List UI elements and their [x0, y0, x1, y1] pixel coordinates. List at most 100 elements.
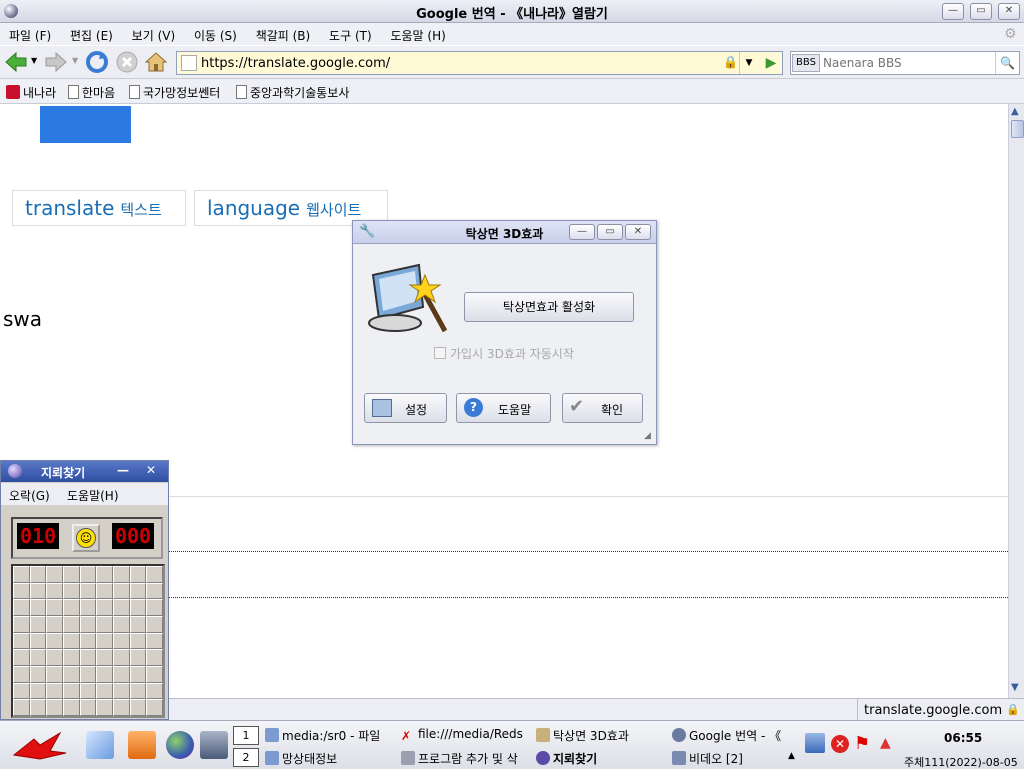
mine-cell[interactable] [46, 615, 63, 633]
mine-cell[interactable] [13, 699, 30, 716]
mine-cell[interactable] [46, 599, 63, 616]
resize-grip-icon[interactable]: ◢ [644, 431, 651, 441]
menu-go[interactable]: 이동 (S) [185, 23, 243, 44]
tray-app-icon[interactable]: ▲ [880, 735, 891, 751]
mine-cell[interactable] [112, 582, 130, 600]
mine-cell[interactable] [62, 665, 80, 683]
minesweeper-close-button[interactable]: ✕ [140, 463, 162, 479]
taskbar-item-network[interactable]: 망상태정보 [265, 750, 393, 767]
mine-cell[interactable] [146, 566, 163, 583]
mine-cell[interactable] [146, 649, 163, 666]
mine-cell[interactable] [62, 632, 80, 650]
taskbar-item-3d-effects[interactable]: 탁상면 3D효과 [536, 727, 664, 744]
search-button[interactable]: 🔍 [995, 52, 1019, 74]
mine-cell[interactable] [46, 632, 63, 650]
mine-cell[interactable] [79, 699, 97, 716]
bookmark-science-news[interactable]: 중앙과학기술통보사 [236, 84, 349, 101]
menu-tools[interactable]: 도구 (T) [320, 23, 378, 44]
mine-cell[interactable] [46, 665, 63, 683]
mine-cell[interactable] [129, 665, 147, 683]
mine-cell[interactable] [13, 682, 30, 700]
mine-cell[interactable] [129, 682, 147, 700]
mine-cell[interactable] [96, 599, 113, 616]
mine-cell[interactable] [146, 665, 163, 683]
autostart-checkbox[interactable] [434, 347, 446, 359]
mine-cell[interactable] [29, 615, 47, 633]
dialog-close-button[interactable]: ✕ [625, 224, 651, 240]
mine-cell[interactable] [62, 599, 80, 616]
mine-cell[interactable] [13, 649, 30, 666]
mine-cell[interactable] [146, 632, 163, 650]
mine-cell[interactable] [96, 699, 113, 716]
maximize-button[interactable]: ▭ [970, 3, 992, 20]
mine-cell[interactable] [129, 566, 147, 583]
taskbar-item-file-manager[interactable]: media:/sr0 - 파일 [265, 727, 393, 744]
mine-cell[interactable] [129, 599, 147, 616]
search-box[interactable]: BBS 🔍 [790, 51, 1020, 75]
mine-cell[interactable] [146, 615, 163, 633]
minefield-grid[interactable] [11, 564, 165, 718]
mine-cell[interactable] [96, 632, 113, 650]
new-game-button[interactable]: ☺ [72, 524, 100, 552]
mine-cell[interactable] [112, 665, 130, 683]
mine-cell[interactable] [46, 699, 63, 716]
mine-cell[interactable] [79, 582, 97, 600]
browser-launcher-icon[interactable] [166, 731, 194, 759]
bookmark-network-info[interactable]: 국가망정보쎈터 [129, 84, 220, 101]
ok-button[interactable]: ✔ 확인 [562, 393, 643, 423]
start-menu-button[interactable] [10, 729, 70, 763]
mine-cell[interactable] [79, 632, 97, 650]
mine-cell[interactable] [13, 566, 30, 583]
mine-cell[interactable] [29, 599, 47, 616]
mine-cell[interactable] [29, 582, 47, 600]
search-input[interactable] [821, 54, 993, 72]
mine-cell[interactable] [129, 582, 147, 600]
back-dropdown-icon[interactable]: ▼ [31, 56, 37, 65]
go-button[interactable]: ▶ [760, 52, 782, 74]
minimize-button[interactable]: — [942, 3, 964, 20]
mine-cell[interactable] [46, 682, 63, 700]
mine-cell[interactable] [62, 582, 80, 600]
taskbar-item-minesweeper[interactable]: 지뢰찾기 [536, 750, 664, 767]
mine-cell[interactable] [146, 699, 163, 716]
url-dropdown-icon[interactable]: ▼ [739, 52, 758, 74]
mine-cell[interactable] [146, 682, 163, 700]
mine-cell[interactable] [146, 582, 163, 600]
vertical-scrollbar[interactable]: ▲ ▼ [1008, 104, 1024, 698]
mine-cell[interactable] [29, 665, 47, 683]
mine-cell[interactable] [62, 649, 80, 666]
mine-cell[interactable] [129, 615, 147, 633]
mine-cell[interactable] [46, 582, 63, 600]
mine-cell[interactable] [129, 649, 147, 666]
mine-cell[interactable] [112, 699, 130, 716]
taskbar-item-add-remove[interactable]: 프로그람 추가 및 삭 [401, 750, 529, 767]
search-engine-selector[interactable]: BBS [792, 54, 820, 72]
menu-help[interactable]: 도움말(H) [67, 487, 119, 504]
mine-cell[interactable] [62, 615, 80, 633]
dialog-titlebar[interactable]: 🔧 탁상면 3D효과 — ▭ ✕ [353, 221, 656, 244]
mine-cell[interactable] [129, 632, 147, 650]
workspace-1-button[interactable]: 1 [233, 726, 259, 745]
mine-cell[interactable] [79, 665, 97, 683]
mine-cell[interactable] [112, 615, 130, 633]
tab-text[interactable]: translate 텍스트 [12, 190, 186, 226]
clock-time[interactable]: 06:55 [944, 731, 982, 745]
back-button[interactable] [4, 50, 28, 74]
mine-cell[interactable] [13, 599, 30, 616]
mine-cell[interactable] [112, 632, 130, 650]
volume-muted-icon[interactable]: ✕ [831, 735, 849, 753]
flag-icon[interactable]: ⚑ [854, 733, 870, 754]
mine-cell[interactable] [96, 582, 113, 600]
dialog-minimize-button[interactable]: — [569, 224, 595, 240]
mine-cell[interactable] [62, 682, 80, 700]
taskbar-item-file-url[interactable]: ✗ file:///media/Reds [401, 727, 529, 743]
forward-button[interactable] [44, 50, 68, 74]
mine-cell[interactable] [13, 615, 30, 633]
mine-cell[interactable] [29, 632, 47, 650]
mine-cell[interactable] [96, 649, 113, 666]
menu-help[interactable]: 도움말 (H) [381, 23, 451, 44]
activate-effects-button[interactable]: 탁상면효과 활성화 [464, 292, 634, 322]
mine-cell[interactable] [62, 566, 80, 583]
mine-cell[interactable] [96, 665, 113, 683]
scroll-down-icon[interactable]: ▼ [1011, 682, 1019, 693]
